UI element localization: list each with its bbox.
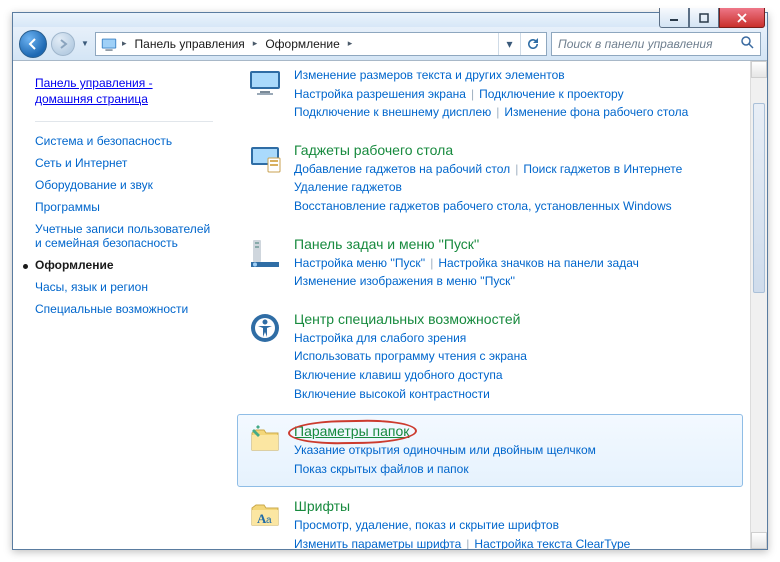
link-easy-keys[interactable]: Включение клавиш удобного доступа: [294, 368, 503, 382]
search-placeholder: Поиск в панели управления: [558, 37, 713, 51]
link-wallpaper[interactable]: Изменение фона рабочего стола: [504, 105, 688, 119]
chevron-right-icon: ▸: [251, 38, 260, 49]
link-start-picture[interactable]: Изменение изображения в меню ''Пуск'': [294, 274, 515, 288]
link-taskbar-icons[interactable]: Настройка значков на панели задач: [438, 256, 639, 270]
chevron-right-icon: ▸: [120, 38, 129, 49]
category-taskbar: Панель задач и меню ''Пуск'' Настройка м…: [237, 227, 743, 300]
category-title-taskbar[interactable]: Панель задач и меню ''Пуск'': [294, 236, 479, 252]
taskbar-icon: [248, 236, 282, 270]
sidebar-item-system[interactable]: Система и безопасность: [35, 134, 172, 148]
link-font-settings[interactable]: Изменить параметры шрифта: [294, 537, 461, 549]
sidebar-item-ease[interactable]: Специальные возможности: [35, 302, 188, 316]
link-show-hidden[interactable]: Показ скрытых файлов и папок: [294, 462, 469, 476]
category-gadgets: Гаджеты рабочего стола Добавление гаджет…: [237, 133, 743, 225]
navbar: ▼ ▸ Панель управления ▸ Оформление ▸ ▾ П…: [13, 27, 767, 61]
category-title-folder-options[interactable]: Параметры папок: [294, 423, 409, 439]
gadgets-icon: [248, 142, 282, 176]
forward-button[interactable]: [51, 32, 75, 56]
sidebar-home-link[interactable]: Панель управления - домашняя страница: [35, 76, 153, 106]
refresh-button[interactable]: [520, 33, 542, 55]
link-high-contrast[interactable]: Включение высокой контрастности: [294, 387, 490, 401]
main-content: Изменение размеров текста и других элеме…: [227, 61, 767, 549]
link-start-menu[interactable]: Настройка меню ''Пуск'': [294, 256, 425, 270]
link-resolution[interactable]: Настройка разрешения экрана: [294, 87, 466, 101]
link-external-display[interactable]: Подключение к внешнему дисплею: [294, 105, 491, 119]
sidebar-item-users[interactable]: Учетные записи пользователей и семейная …: [35, 222, 210, 250]
search-icon: [740, 35, 754, 52]
sidebar-item-network[interactable]: Сеть и Интернет: [35, 156, 127, 170]
ease-of-access-icon: [248, 311, 282, 345]
link-single-double-click[interactable]: Указание открытия одиночным или двойным …: [294, 443, 596, 457]
folder-options-icon: [248, 423, 282, 457]
link-low-vision[interactable]: Настройка для слабого зрения: [294, 331, 466, 345]
close-button[interactable]: [719, 8, 765, 28]
category-folder-options[interactable]: Параметры папок Указание открытия одиноч…: [237, 414, 743, 487]
back-button[interactable]: [19, 30, 47, 58]
link-cleartype[interactable]: Настройка текста ClearType: [474, 537, 630, 549]
fonts-icon: Aa: [248, 498, 282, 532]
sidebar: Панель управления - домашняя страница Си…: [13, 61, 227, 549]
titlebar: [13, 13, 767, 27]
vertical-scrollbar[interactable]: [750, 61, 767, 549]
sidebar-item-appearance[interactable]: Оформление: [35, 258, 114, 272]
scroll-thumb[interactable]: [753, 103, 765, 293]
chevron-right-icon: ▸: [346, 38, 355, 49]
sidebar-item-hardware[interactable]: Оборудование и звук: [35, 178, 153, 192]
maximize-button[interactable]: [689, 8, 719, 28]
link-restore-gadgets[interactable]: Восстановление гаджетов рабочего стола, …: [294, 199, 672, 213]
window-frame: ▼ ▸ Панель управления ▸ Оформление ▸ ▾ П…: [12, 12, 768, 550]
category-title-fonts[interactable]: Шрифты: [294, 498, 350, 514]
link-remove-gadgets[interactable]: Удаление гаджетов: [294, 180, 402, 194]
link-fonts-manage[interactable]: Просмотр, удаление, показ и скрытие шриф…: [294, 518, 559, 532]
link-projector[interactable]: Подключение к проектору: [479, 87, 624, 101]
breadcrumb-current[interactable]: Оформление: [261, 37, 343, 51]
display-icon: [248, 66, 282, 100]
link-add-gadgets[interactable]: Добавление гаджетов на рабочий стол: [294, 162, 510, 176]
control-panel-icon: [100, 35, 118, 53]
minimize-button[interactable]: [659, 8, 689, 28]
address-bar[interactable]: ▸ Панель управления ▸ Оформление ▸ ▾: [95, 32, 547, 56]
divider: [35, 121, 213, 122]
sidebar-item-programs[interactable]: Программы: [35, 200, 100, 214]
svg-text:a: a: [266, 515, 272, 526]
address-dropdown[interactable]: ▾: [498, 33, 520, 55]
link-find-gadgets[interactable]: Поиск гаджетов в Интернете: [523, 162, 682, 176]
sidebar-item-clock[interactable]: Часы, язык и регион: [35, 280, 148, 294]
scroll-down-button[interactable]: [751, 532, 767, 549]
history-dropdown[interactable]: ▼: [79, 39, 91, 48]
category-ease-of-access: Центр специальных возможностей Настройка…: [237, 302, 743, 412]
scroll-up-button[interactable]: [751, 61, 767, 78]
breadcrumb-root[interactable]: Панель управления: [131, 37, 249, 51]
link-screen-reader[interactable]: Использовать программу чтения с экрана: [294, 349, 527, 363]
category-fonts: Aa Шрифты Просмотр, удаление, показ и ск…: [237, 489, 743, 549]
category-display: Изменение размеров текста и других элеме…: [237, 65, 743, 131]
search-box[interactable]: Поиск в панели управления: [551, 32, 761, 56]
category-title-gadgets[interactable]: Гаджеты рабочего стола: [294, 142, 453, 158]
category-title-ease[interactable]: Центр специальных возможностей: [294, 311, 520, 327]
link-text-size[interactable]: Изменение размеров текста и других элеме…: [294, 68, 565, 82]
